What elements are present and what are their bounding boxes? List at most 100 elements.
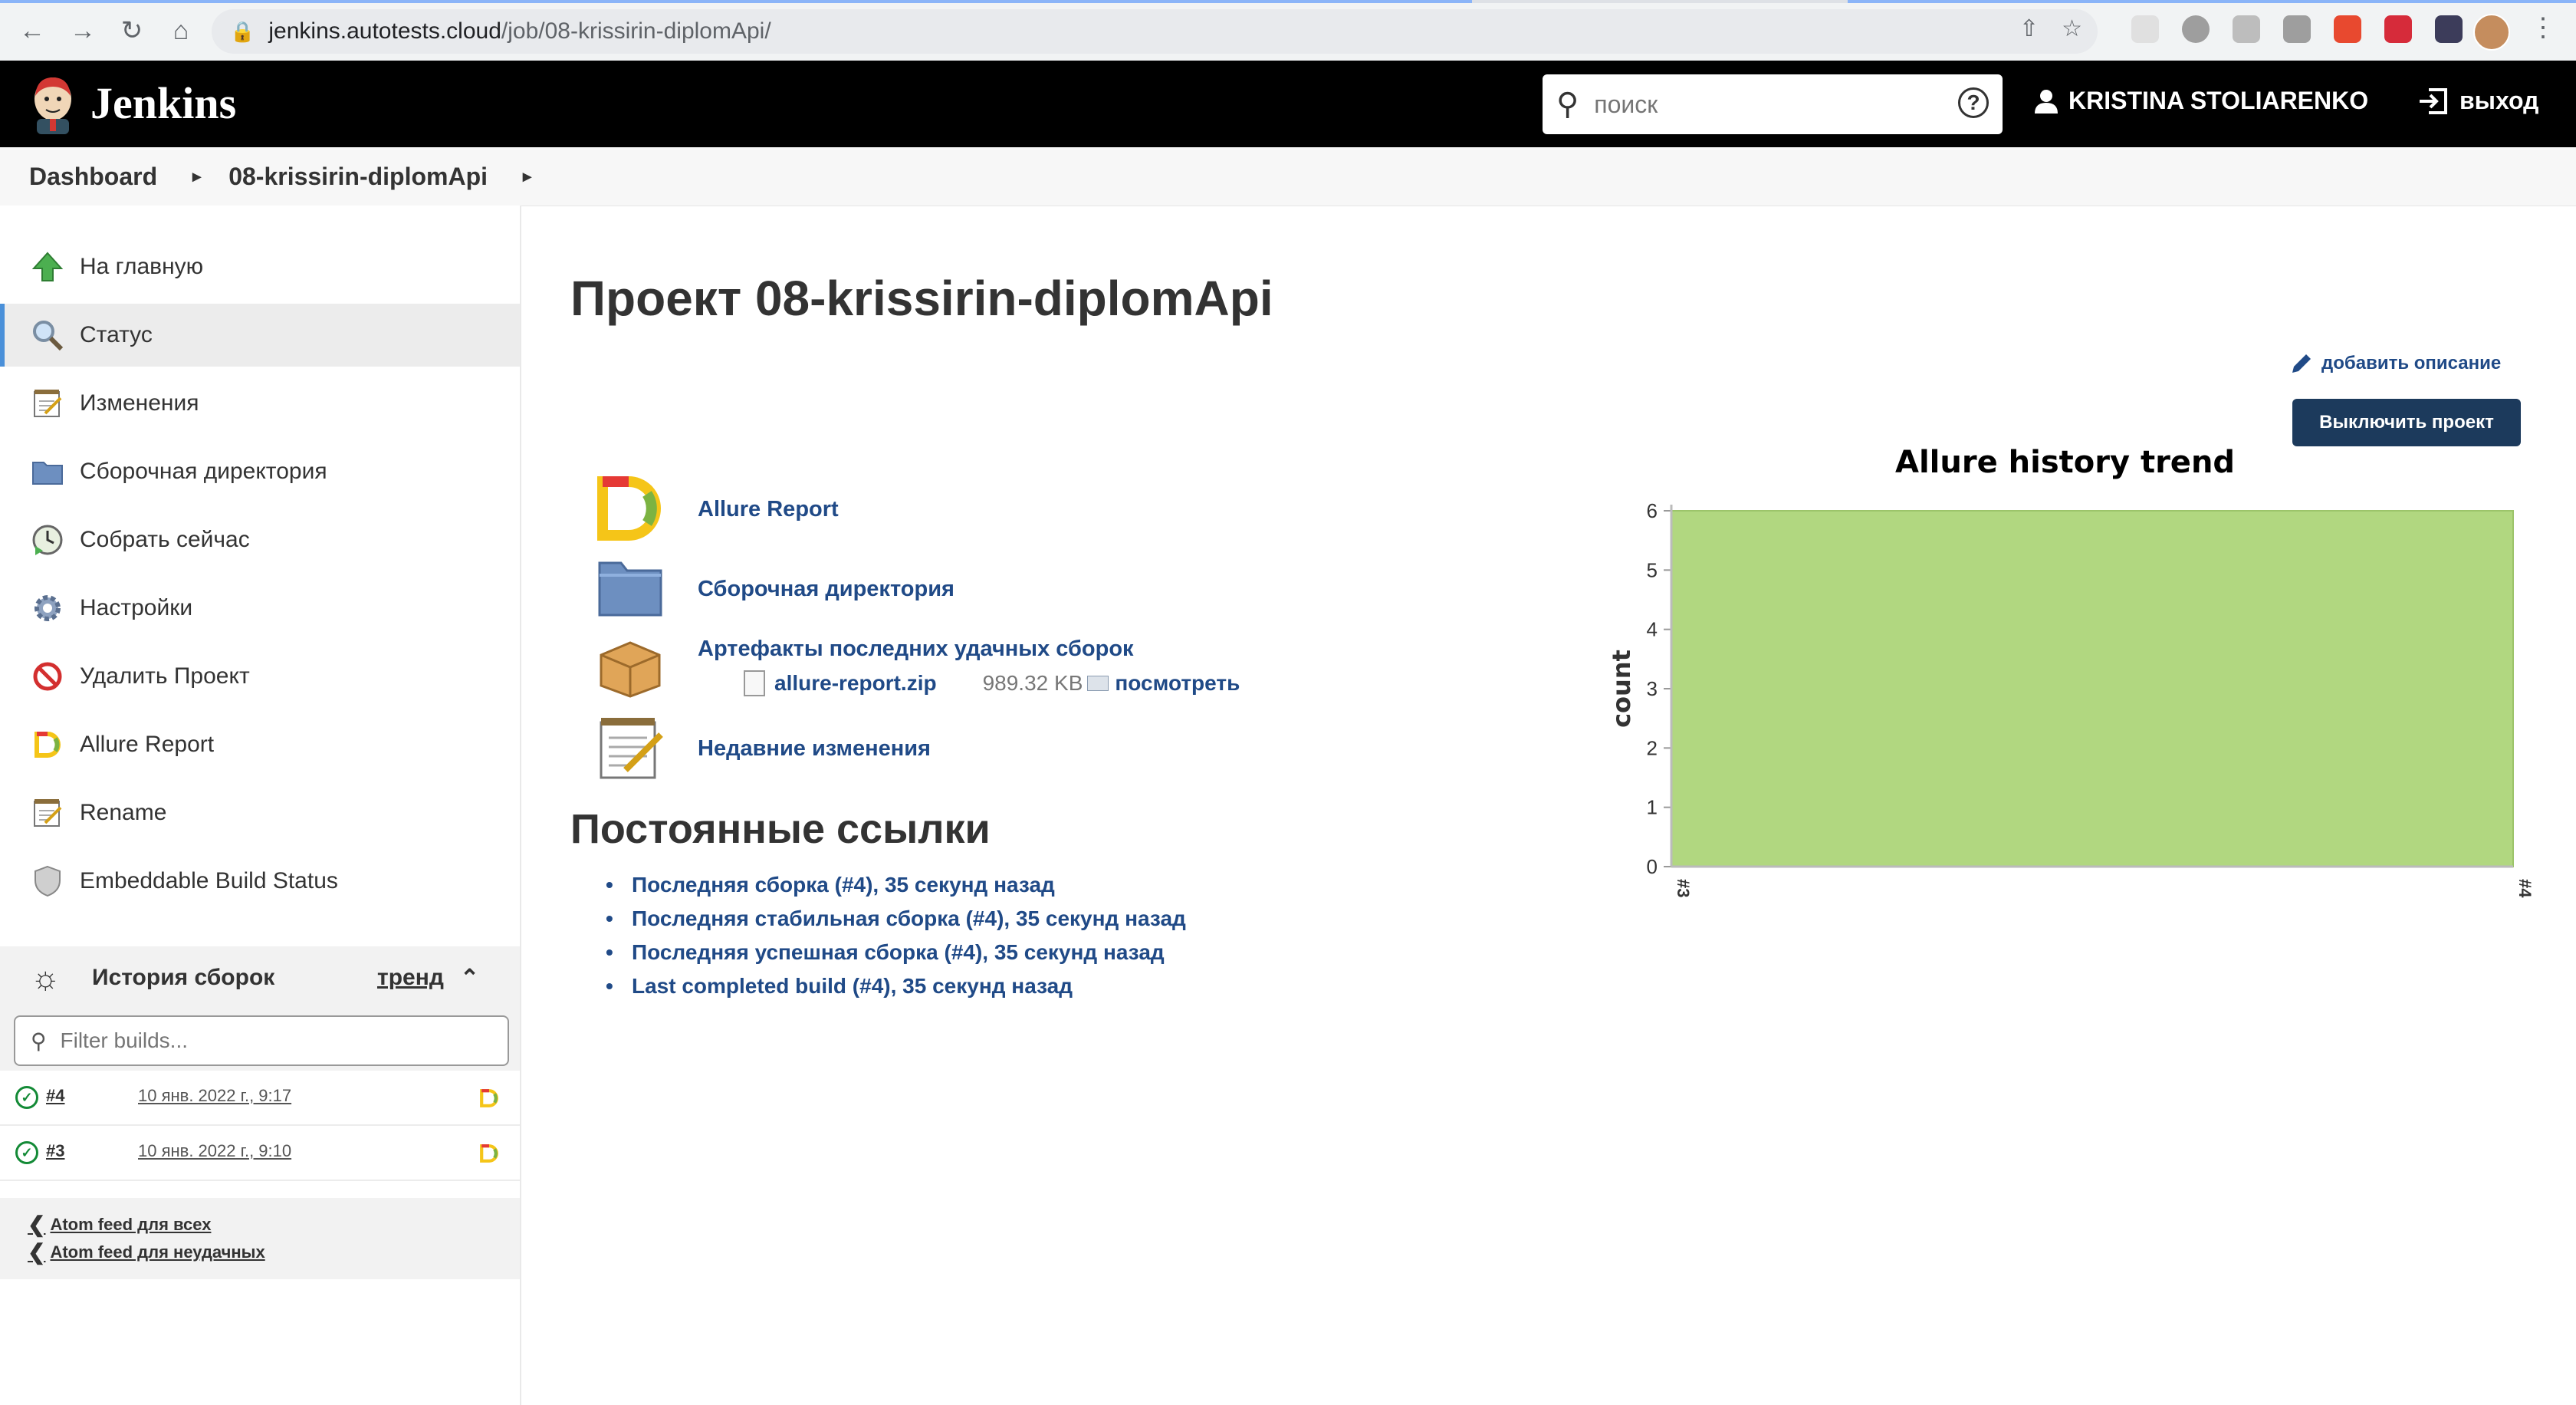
- up-arrow-icon: [31, 250, 64, 284]
- extension-icon[interactable]: [2334, 15, 2361, 43]
- url-text[interactable]: jenkins.autotests.cloud/job/08-krissirin…: [268, 18, 770, 44]
- sidebar-item-status[interactable]: Статус: [0, 304, 520, 367]
- user-icon: [2035, 89, 2058, 114]
- build-filter-box[interactable]: ⚲: [14, 1015, 509, 1066]
- atom-feed-failed-link[interactable]: ❮ Atom feed для неудачных: [28, 1239, 265, 1265]
- sidebar-item-home[interactable]: На главную: [0, 235, 520, 298]
- build-number-link[interactable]: #3: [46, 1141, 64, 1161]
- forward-icon[interactable]: →: [66, 14, 100, 48]
- allure-icon[interactable]: [478, 1087, 500, 1109]
- address-actions: ⇧ ☆: [2019, 15, 2082, 42]
- user-link[interactable]: KRISTINA STOLIARENKO: [2035, 87, 2368, 115]
- trend-link[interactable]: тренд: [377, 965, 444, 991]
- sidebar-item-changes[interactable]: Изменения: [0, 372, 520, 435]
- permalink-item[interactable]: Last completed build (#4), 35 секунд наз…: [606, 974, 1186, 1008]
- add-description-label: добавить описание: [2321, 353, 2502, 373]
- breadcrumb-chevron-icon[interactable]: ▸: [523, 166, 531, 186]
- jenkins-logo-icon[interactable]: [28, 73, 78, 136]
- tab-strip: [0, 0, 2576, 3]
- extension-icon[interactable]: [2384, 15, 2412, 43]
- more-menu-icon[interactable]: ⋮: [2530, 12, 2556, 43]
- workspace-link[interactable]: Сборочная директория: [698, 577, 955, 602]
- breadcrumb-chevron-icon[interactable]: ▸: [192, 166, 201, 186]
- extension-icon[interactable]: [2182, 15, 2210, 43]
- permalinks-title: Постоянные ссылки: [570, 806, 991, 852]
- sidebar-item-build-now[interactable]: Собрать сейчас: [0, 508, 520, 571]
- sidebar-item-workspace[interactable]: Сборочная директория: [0, 440, 520, 503]
- build-date-link[interactable]: 10 янв. 2022 г., 9:17: [138, 1086, 291, 1106]
- success-check-icon: ✓: [15, 1086, 38, 1109]
- url-host: jenkins.autotests.cloud: [268, 18, 501, 44]
- app-title[interactable]: Jenkins: [90, 77, 236, 129]
- sidebar-item-embeddable-status[interactable]: Embeddable Build Status: [0, 850, 520, 913]
- user-name: KRISTINA STOLIARENKO: [2068, 87, 2369, 114]
- breadcrumb-dashboard[interactable]: Dashboard: [29, 163, 157, 191]
- allure-icon[interactable]: [478, 1143, 500, 1164]
- logout-label: выход: [2459, 87, 2539, 114]
- y-tick-label: 0: [1647, 855, 1658, 878]
- y-tick-label: 5: [1647, 558, 1658, 581]
- sidebar-item-label: Сборочная директория: [80, 459, 327, 484]
- rss-icon: ❮: [28, 1213, 46, 1236]
- allure-icon: [31, 728, 64, 762]
- sidebar-item-label: Удалить Проект: [80, 663, 250, 689]
- permalink-item[interactable]: Последняя успешная сборка (#4), 35 секун…: [606, 940, 1186, 974]
- allure-icon[interactable]: [595, 475, 665, 541]
- y-tick-label: 1: [1647, 796, 1658, 819]
- y-tick-label: 6: [1647, 499, 1658, 522]
- sun-icon: ☼: [31, 959, 61, 995]
- artifact-view-link[interactable]: посмотреть: [1087, 671, 1240, 696]
- recent-changes-link[interactable]: Недавние изменения: [698, 736, 931, 762]
- sidebar-item-label: Настройки: [80, 595, 193, 620]
- camera-icon[interactable]: [2233, 15, 2260, 43]
- permalink-item[interactable]: Последняя стабильная сборка (#4), 35 сек…: [606, 907, 1186, 940]
- extension-icon[interactable]: [2283, 15, 2311, 43]
- build-number-link[interactable]: #4: [46, 1086, 64, 1106]
- help-icon[interactable]: ?: [1958, 87, 1989, 118]
- back-icon[interactable]: ←: [15, 14, 49, 48]
- add-description-link[interactable]: добавить описание: [2289, 351, 2501, 376]
- sidebar-item-settings[interactable]: Настройки: [0, 577, 520, 640]
- tab-indicator: [1848, 0, 2576, 3]
- allure-report-link[interactable]: Allure Report: [698, 497, 839, 522]
- sidebar-item-rename[interactable]: Rename: [0, 781, 520, 844]
- profile-avatar[interactable]: [2473, 14, 2510, 51]
- sidebar: На главную Статус Изменения Сборочная ди…: [0, 206, 521, 1405]
- allure-trend-chart[interactable]: 0 1 2 3 4 5 6 #3 #4 count: [1602, 483, 2538, 913]
- address-bar[interactable]: 🔒 jenkins.autotests.cloud/job/08-krissir…: [212, 9, 2098, 54]
- atom-feed-all-link[interactable]: ❮ Atom feed для всех: [28, 1212, 211, 1237]
- x-tick-label: #3: [1674, 879, 1693, 897]
- share-icon[interactable]: ⇧: [2019, 15, 2039, 42]
- chevron-up-icon[interactable]: ⌃: [460, 965, 479, 992]
- disable-project-button[interactable]: Выключить проект: [2292, 399, 2521, 446]
- reload-icon[interactable]: ↻: [115, 14, 149, 48]
- extensions-bar: [2131, 15, 2463, 43]
- sidebar-item-allure[interactable]: Allure Report: [0, 713, 520, 776]
- package-icon[interactable]: [595, 632, 665, 698]
- home-icon[interactable]: ⌂: [164, 14, 198, 48]
- artifact-file-link[interactable]: allure-report.zip: [774, 671, 937, 696]
- search-input[interactable]: [1592, 89, 1934, 120]
- build-date-link[interactable]: 10 янв. 2022 г., 9:10: [138, 1141, 291, 1161]
- search-box[interactable]: ⚲ ?: [1543, 74, 2003, 134]
- sidebar-item-label: Allure Report: [80, 732, 215, 757]
- artifacts-link[interactable]: Артефакты последних удачных сборок: [698, 637, 1134, 662]
- folder-icon[interactable]: [595, 555, 665, 621]
- search-icon: ⚲: [1556, 87, 1579, 121]
- extension-icon[interactable]: [2131, 15, 2159, 43]
- notepad-icon[interactable]: [595, 715, 665, 781]
- logout-icon: [2420, 87, 2447, 114]
- gear-icon: [31, 591, 64, 625]
- sidebar-item-label: Embeddable Build Status: [80, 868, 338, 893]
- breadcrumb-project[interactable]: 08-krissirin-diplomApi: [228, 163, 488, 191]
- rss-icon: ❮: [28, 1240, 46, 1264]
- puzzle-icon[interactable]: [2435, 15, 2463, 43]
- y-axis-label: count: [1607, 650, 1636, 728]
- logout-link[interactable]: выход: [2418, 87, 2538, 115]
- build-filter-input[interactable]: [58, 1028, 491, 1054]
- y-tick-label: 3: [1647, 677, 1658, 700]
- bookmark-star-icon[interactable]: ☆: [2062, 15, 2082, 42]
- permalink-item[interactable]: Последняя сборка (#4), 35 секунд назад: [606, 873, 1186, 907]
- artifact-view-label: посмотреть: [1115, 671, 1240, 695]
- sidebar-item-delete[interactable]: Удалить Проект: [0, 645, 520, 708]
